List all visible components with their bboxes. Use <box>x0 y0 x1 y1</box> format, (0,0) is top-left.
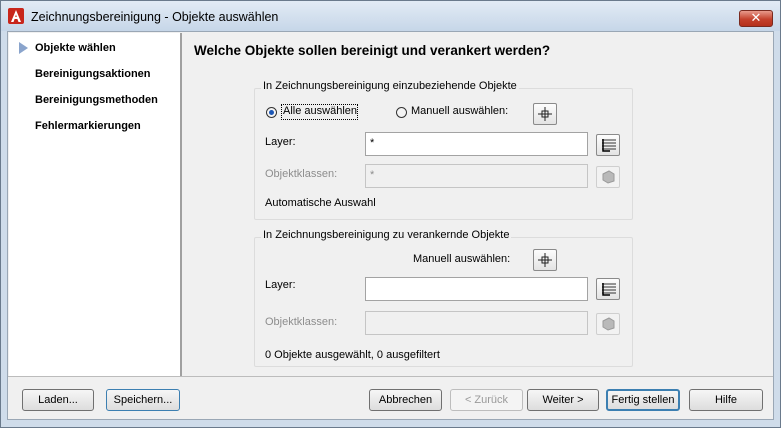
footer-divider <box>8 376 773 377</box>
dialog-window: Zeichnungsbereinigung - Objekte auswähle… <box>0 0 781 428</box>
window-title: Zeichnungsbereinigung - Objekte auswähle… <box>31 10 279 24</box>
close-button[interactable]: ✕ <box>739 10 773 27</box>
object-class-icon <box>602 317 615 331</box>
main-panel: Welche Objekte sollen bereinigt und vera… <box>182 33 773 376</box>
object-class-button-2 <box>596 313 620 335</box>
next-button[interactable]: Weiter > <box>527 389 599 411</box>
pick-point-icon <box>538 253 552 267</box>
pick-point-icon <box>538 107 552 121</box>
current-step-arrow-icon <box>19 42 28 54</box>
object-class-icon <box>602 170 615 184</box>
manual-select-label-2: Manuell auswählen: <box>413 253 511 265</box>
anchor-objects-group: In Zeichnungsbereinigung zu verankernde … <box>254 229 633 367</box>
dialog-body: Objekte wählen Bereinigungsaktionen Bere… <box>7 31 774 420</box>
selection-status-text: 0 Objekte ausgewählt, 0 ausgefiltert <box>265 349 440 361</box>
nav-item-fehlermarkierungen[interactable]: Fehlermarkierungen <box>35 120 141 132</box>
layer-label: Layer: <box>265 136 296 148</box>
object-classes-label: Objektklassen: <box>265 168 338 180</box>
autocad-a-icon <box>8 8 24 24</box>
include-objects-group-title: In Zeichnungsbereinigung einzubeziehende… <box>261 80 519 92</box>
pick-objects-button[interactable] <box>533 103 557 125</box>
select-all-radio[interactable] <box>266 107 277 118</box>
object-class-button <box>596 166 620 188</box>
layer-select-icon <box>602 283 616 296</box>
cancel-button[interactable]: Abbrechen <box>369 389 442 411</box>
layer-select-button[interactable] <box>596 134 620 156</box>
finish-button[interactable]: Fertig stellen <box>606 389 680 411</box>
layer-label-2: Layer: <box>265 279 296 291</box>
select-all-label[interactable]: Alle auswählen <box>283 105 357 117</box>
nav-item-objekte-waehlen[interactable]: Objekte wählen <box>35 42 116 54</box>
layer-select-icon <box>602 139 616 152</box>
save-button[interactable]: Speichern... <box>106 389 180 411</box>
nav-item-bereinigungsaktionen[interactable]: Bereinigungsaktionen <box>35 68 151 80</box>
nav-item-bereinigungsmethoden[interactable]: Bereinigungsmethoden <box>35 94 158 106</box>
load-button[interactable]: Laden... <box>22 389 94 411</box>
layer-input[interactable]: * <box>365 132 588 156</box>
page-title: Welche Objekte sollen bereinigt und vera… <box>194 43 551 58</box>
object-classes-input-2 <box>365 311 588 335</box>
include-objects-group: In Zeichnungsbereinigung einzubeziehende… <box>254 80 633 220</box>
close-icon: ✕ <box>750 11 762 26</box>
object-classes-label-2: Objektklassen: <box>265 316 338 328</box>
object-classes-input: * <box>365 164 588 188</box>
back-button: < Zurück <box>450 389 523 411</box>
auto-selection-text: Automatische Auswahl <box>265 197 376 209</box>
anchor-objects-group-title: In Zeichnungsbereinigung zu verankernde … <box>261 229 512 241</box>
pick-anchor-objects-button[interactable] <box>533 249 557 271</box>
manual-select-label[interactable]: Manuell auswählen: <box>411 105 508 117</box>
wizard-nav: Objekte wählen Bereinigungsaktionen Bere… <box>9 33 182 376</box>
title-bar[interactable]: Zeichnungsbereinigung - Objekte auswähle… <box>1 1 780 31</box>
help-button[interactable]: Hilfe <box>689 389 763 411</box>
layer-input-2[interactable] <box>365 277 588 301</box>
layer-select-button-2[interactable] <box>596 278 620 300</box>
manual-select-radio[interactable] <box>396 107 407 118</box>
